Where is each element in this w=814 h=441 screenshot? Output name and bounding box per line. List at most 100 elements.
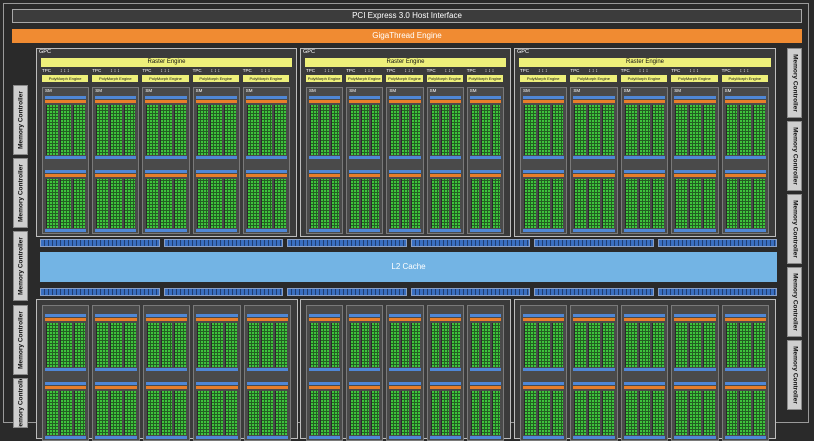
cuda-core-column [739,391,752,435]
gpc-label: GPC [517,49,529,55]
crossbar-bottom [40,288,777,296]
sm-texture-strip [724,155,766,159]
sm-label: SM [523,88,530,93]
cuda-core-column [440,105,450,155]
data-flow-arrows-icon: ↕↕↕ [60,68,71,74]
sm-cache-strip [196,314,238,317]
cuda-core-array [310,178,340,228]
cuda-core-column [688,391,701,435]
sm-texture-strip [389,368,421,371]
pcie-host-interface: PCI Express 3.0 Host Interface [12,9,802,23]
cuda-core-column [702,391,715,435]
sm-texture-strip [469,229,501,232]
memory-controller: Memory Controller [787,48,802,118]
cuda-core-column [638,178,651,228]
tpc-label: TPC [426,68,436,73]
cuda-core-column [652,178,665,228]
streaming-multiprocessor: SM [570,87,618,234]
cuda-core-column [246,178,259,228]
tpc-block: TPC ↕↕↕ PolyMorph Engine [92,68,139,84]
cuda-core-column [146,105,159,155]
sm-scheduler-strip [623,386,666,389]
cuda-core-column [675,391,687,435]
cuda-core-column [146,391,159,435]
gpc-block [514,299,776,441]
cuda-core-column [320,323,329,367]
sm-texture-strip [246,436,288,439]
sm-texture-strip [389,229,421,232]
data-flow-arrows-icon: ↕↕↕ [638,68,650,74]
sm-texture-strip [469,436,501,439]
sm-cache-strip [245,169,287,173]
sm-scheduler-strip [309,173,341,177]
streaming-multiprocessor [142,305,191,441]
sm-cache-strip [389,96,421,99]
sm-cache-strip [195,96,237,99]
cuda-core-column [481,178,490,228]
cuda-core-column [524,105,536,155]
cuda-core-array [96,391,136,435]
cuda-core-column [210,178,223,228]
tpc-label: TPC [42,68,51,73]
memory-controller-label: Memory Controller [17,237,24,295]
memory-controller: Memory Controller [13,158,28,228]
cuda-core-column [652,391,665,435]
polymorph-engine: PolyMorph Engine [520,75,567,82]
cuda-core-column [260,105,273,155]
sm-texture-strip [389,155,421,159]
sm-scheduler-strip [724,318,766,321]
cuda-core-column [330,391,340,435]
sm-scheduler-strip [724,386,766,389]
cuda-core-column [725,323,738,367]
gpc-block [300,299,511,441]
cuda-core-column [370,178,380,228]
cuda-core-column [370,105,380,155]
cuda-core-column [110,323,122,367]
sm-texture-strip [309,155,341,159]
sm-texture-strip [674,436,716,439]
sm-label: SM [195,88,203,93]
streaming-multiprocessor [570,305,618,441]
cuda-core-column [524,323,536,367]
cuda-core-column [360,323,369,367]
sm-scheduler-strip [389,173,421,177]
cuda-core-column [360,178,369,228]
streaming-multiprocessor: SM [520,87,568,234]
tpc-block: TPC ↕↕↕ PolyMorph Engine [346,68,383,84]
cuda-core-column [350,323,359,367]
memory-controller: Memory Controller [787,267,802,337]
sm-cache-strip [309,382,341,385]
streaming-multiprocessor [620,305,669,441]
cuda-core-column [330,323,340,367]
streaming-multiprocessor [520,305,568,441]
memory-controller-label: Memory Controller [17,164,24,222]
streaming-multiprocessor: SM [426,87,464,234]
sm-texture-strip [623,368,666,371]
streaming-multiprocessor: SM [671,87,719,234]
sm-scheduler-strip [349,318,381,321]
cuda-core-column [551,391,564,435]
sm-cache-strip [349,96,381,99]
cuda-core-column [491,391,500,435]
sm-scheduler-strip [674,100,716,103]
cuda-core-column [96,178,108,228]
cuda-core-column [400,105,410,155]
cuda-core-column [96,391,109,435]
cuda-core-column [275,391,287,435]
cuda-core-column [451,105,460,155]
streaming-multiprocessor [42,305,90,441]
sm-cache-strip [145,169,187,173]
sm-texture-strip [523,436,565,439]
sm-texture-strip [95,155,137,159]
cuda-core-column [160,105,172,155]
sm-texture-strip [349,368,381,371]
cuda-core-array [96,178,136,228]
data-flow-arrows-icon: ↕↕↕ [689,68,700,74]
cuda-core-array [470,178,500,228]
cuda-core-array [430,105,460,155]
sm-label: SM [429,88,437,93]
crossbar-segment [657,239,777,247]
cuda-core-column [197,323,209,367]
sm-label: SM [349,88,356,93]
sm-scheduler-strip [623,318,666,321]
